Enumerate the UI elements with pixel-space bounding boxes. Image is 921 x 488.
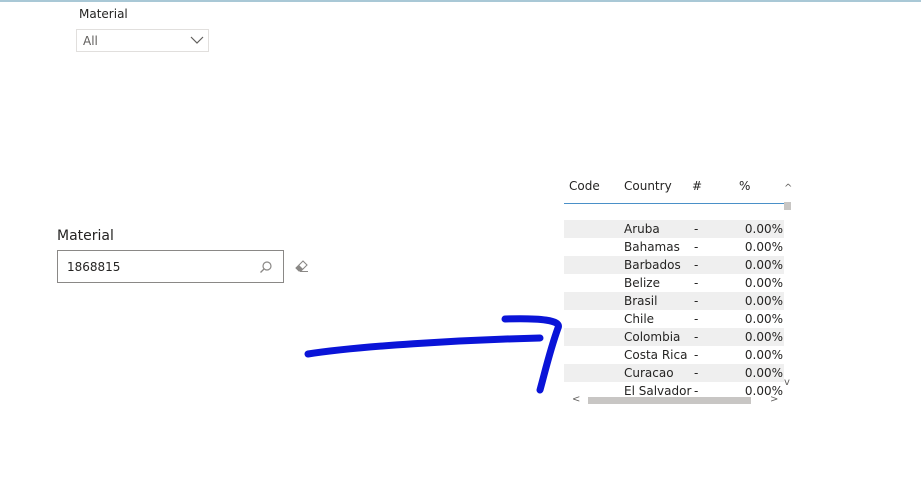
table-row[interactable]: Curacao - 0.00% — [564, 364, 784, 382]
cell-count: - — [694, 312, 699, 326]
column-header-code[interactable]: Code — [569, 179, 600, 193]
cell-country: Bahamas — [624, 240, 680, 254]
cell-count: - — [694, 276, 699, 290]
chevron-down-icon[interactable] — [190, 34, 204, 46]
cell-country: Chile — [624, 312, 655, 326]
cell-country: Costa Rica — [624, 348, 688, 362]
cell-percent: 0.00% — [744, 312, 783, 326]
cell-country: Curacao — [624, 366, 674, 380]
column-header-country[interactable]: Country — [624, 179, 672, 193]
table-row[interactable]: Aruba - 0.00% — [564, 220, 784, 238]
eraser-icon[interactable] — [294, 259, 310, 273]
chevron-up-icon[interactable]: ^ — [784, 184, 792, 194]
cell-country: Colombia — [624, 330, 681, 344]
table-row[interactable]: Brasil - 0.00% — [564, 292, 784, 310]
cell-percent: 0.00% — [744, 222, 783, 236]
cell-percent: 0.00% — [744, 330, 783, 344]
table-header: Code Country # % — [564, 176, 784, 204]
table-row[interactable]: Costa Rica - 0.00% — [564, 346, 784, 364]
chevron-down-icon[interactable]: v — [784, 378, 790, 388]
table-row[interactable]: Bahamas - 0.00% — [564, 238, 784, 256]
cell-count: - — [694, 258, 699, 272]
cell-count: - — [694, 348, 699, 362]
table-row[interactable]: Chile - 0.00% — [564, 310, 784, 328]
material-search-input[interactable]: 1868815 — [57, 250, 284, 283]
chevron-right-icon[interactable]: > — [770, 395, 778, 405]
cell-count: - — [694, 222, 699, 236]
cell-count: - — [694, 240, 699, 254]
table-row[interactable]: Colombia - 0.00% — [564, 328, 784, 346]
cell-country: Aruba — [624, 222, 660, 236]
country-table[interactable]: Code Country # % Aruba -0.00% Bahamas -0.00… — [564, 176, 792, 405]
horizontal-scrollbar-thumb[interactable] — [588, 397, 751, 404]
cell-percent: 0.00% — [744, 276, 783, 290]
column-header-percent[interactable]: % — [739, 179, 750, 193]
canvas-top-border — [0, 0, 921, 2]
vertical-scrollbar-thumb[interactable] — [784, 202, 791, 210]
cell-country: Brasil — [624, 294, 658, 308]
material-search-value: 1868815 — [67, 260, 121, 274]
material-dropdown-title: Material — [79, 7, 128, 21]
cell-count: - — [694, 366, 699, 380]
material-search-title: Material — [57, 228, 114, 244]
column-header-count[interactable]: # — [692, 179, 702, 193]
table-row[interactable]: Barbados - 0.00% — [564, 256, 784, 274]
cell-count: - — [694, 330, 699, 344]
cell-country: Belize — [624, 276, 660, 290]
cell-percent: 0.00% — [744, 240, 783, 254]
cell-percent: 0.00% — [744, 366, 783, 380]
table-row[interactable]: Belize - 0.00% — [564, 274, 784, 292]
cell-percent: 0.00% — [744, 258, 783, 272]
chevron-left-icon[interactable]: < — [572, 395, 580, 405]
cell-percent: 0.00% — [744, 348, 783, 362]
search-icon[interactable] — [259, 260, 273, 274]
annotation-arrow — [304, 315, 562, 394]
cell-percent: 0.00% — [744, 294, 783, 308]
cell-count: - — [694, 294, 699, 308]
cell-country: Barbados — [624, 258, 681, 272]
material-dropdown-value: All — [83, 34, 98, 48]
material-dropdown[interactable]: All — [76, 29, 209, 52]
